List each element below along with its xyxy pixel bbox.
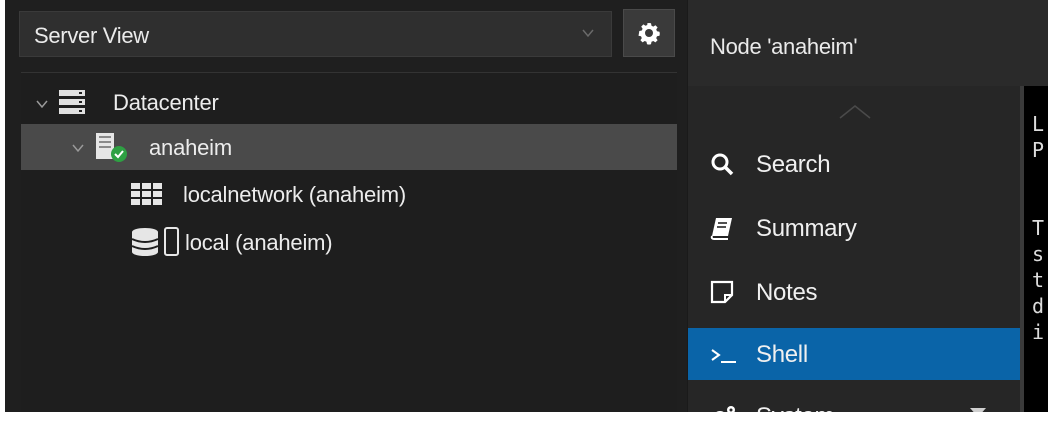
nav-item-summary[interactable]: Summary: [688, 202, 1021, 254]
gear-icon: [638, 23, 660, 45]
app-frame: Server View Datacenter anaheim localnetw…: [5, 0, 1048, 421]
database-icon: [131, 228, 159, 256]
terminal-line: d: [1032, 294, 1045, 318]
terminal-line: s: [1032, 242, 1045, 266]
tree-item-label: Datacenter: [113, 90, 219, 115]
scroll-up-icon[interactable]: [838, 104, 872, 120]
nav-item-shell[interactable]: Shell: [688, 328, 1021, 380]
page-title: Node 'anaheim': [710, 34, 858, 59]
node-panel-header: Node 'anaheim': [687, 0, 1048, 86]
shell-terminal[interactable]: L P T s t d i: [1020, 86, 1048, 412]
node-nav-menu: Search Summary Notes Shell: [687, 86, 1021, 421]
terminal-icon: [711, 349, 736, 363]
network-grid-icon: [131, 183, 162, 205]
expander-icon[interactable]: [35, 97, 49, 111]
terminal-line: L: [1032, 112, 1045, 136]
view-selector[interactable]: Server View: [19, 11, 612, 57]
page-bottom-edge: [0, 412, 1048, 421]
view-selector-value: Server View: [34, 23, 149, 48]
terminal-line: P: [1032, 138, 1045, 162]
node-online-icon: [96, 133, 127, 162]
resource-tree-panel: Server View Datacenter anaheim localnetw…: [5, 0, 687, 413]
search-icon: [711, 153, 734, 176]
nav-item-notes[interactable]: Notes: [688, 266, 1021, 318]
terminal-line: T: [1032, 216, 1045, 240]
tree-item-node-anaheim[interactable]: anaheim: [21, 124, 677, 170]
nav-item-label: Shell: [756, 341, 808, 368]
nav-item-label: Notes: [756, 279, 818, 306]
tree-item-datacenter[interactable]: Datacenter: [21, 79, 677, 125]
terminal-line: i: [1032, 320, 1045, 344]
tree-settings-button[interactable]: [623, 9, 675, 57]
nav-item-label: Search: [756, 151, 831, 178]
terminal-line: t: [1032, 268, 1045, 292]
storage-device-icon: [164, 227, 179, 256]
tree-item-label: anaheim: [149, 135, 232, 160]
tree-item-label: local (anaheim): [185, 230, 333, 255]
resource-tree: Datacenter anaheim localnetwork (anaheim…: [21, 72, 677, 413]
note-icon: [710, 280, 734, 304]
server-rack-icon: [59, 90, 85, 114]
expander-icon[interactable]: [71, 141, 85, 155]
nav-item-label: Summary: [756, 215, 857, 242]
tree-item-label: localnetwork (anaheim): [183, 182, 407, 207]
book-icon: [710, 218, 732, 240]
chevron-down-icon: [582, 29, 594, 38]
nav-item-search[interactable]: Search: [688, 138, 1021, 190]
tree-item-localnetwork[interactable]: localnetwork (anaheim): [21, 171, 677, 217]
tree-item-local-storage[interactable]: local (anaheim): [21, 219, 677, 265]
